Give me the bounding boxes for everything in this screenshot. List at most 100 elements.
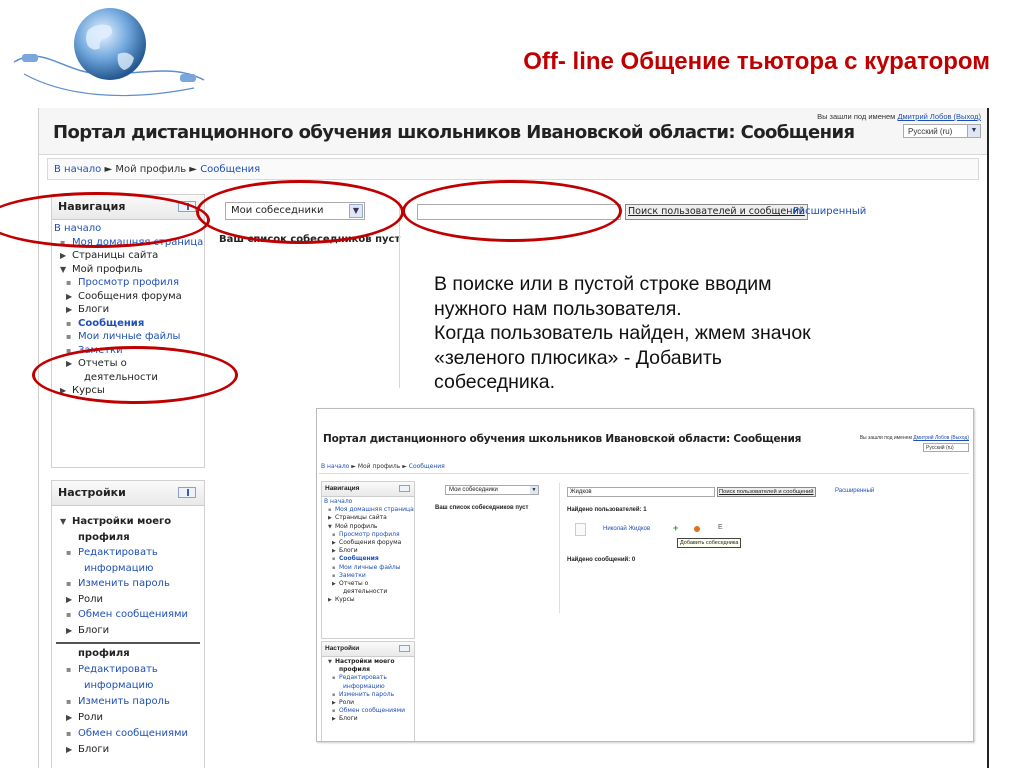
nav-item-label: Настройки моего [335, 658, 395, 665]
nav-item[interactable]: ▪ Заметки [324, 572, 414, 580]
inner-breadcrumb-profile[interactable]: Мой профиль [358, 463, 400, 470]
nav-item[interactable]: ▼ Настройки моего [54, 514, 204, 530]
expand-icon: ▶ [332, 548, 336, 555]
nav-item[interactable]: информацию [54, 561, 204, 577]
bullet-icon: ▪ [60, 237, 66, 247]
expand-icon: ▶ [332, 540, 336, 547]
dock-block-icon[interactable] [178, 201, 196, 212]
found-users-count: Найдено пользователей: 1 [567, 507, 647, 513]
inner-search-input[interactable]: Жидков [567, 487, 715, 497]
expand-icon: ▶ [66, 291, 73, 301]
login-prefix: Вы зашли под именем [817, 112, 896, 121]
nav-item-label: Просмотр профиля [78, 277, 179, 288]
nav-item[interactable]: ▶ Блоги [54, 303, 204, 317]
nav-item[interactable]: ▶ Блоги [324, 715, 414, 723]
plus-icon[interactable]: + [673, 523, 678, 533]
inner-screenshot: Портал дистанционного обучения школьнико… [316, 408, 974, 742]
nav-item[interactable]: ▶ Отчеты о [54, 357, 204, 371]
nav-item[interactable]: ▪ Просмотр профиля [54, 276, 204, 290]
nav-item[interactable]: ▪ Мои личные файлы [54, 330, 204, 344]
language-select[interactable]: Русский (ru) ▼ [903, 124, 981, 138]
nav-item[interactable]: В начало [324, 498, 414, 506]
nav-item[interactable]: ▼ Настройки моего [324, 658, 414, 666]
nav-item[interactable]: ▪ Редактировать [54, 545, 204, 561]
block-contact-icon[interactable] [694, 526, 700, 532]
inner-navigation-list: В начало ▪ Моя домашняя страница ▶ Страницы … [322, 497, 414, 607]
dock-block-icon[interactable] [399, 645, 410, 652]
nav-item[interactable]: ▪ Моя домашняя страница [54, 236, 204, 250]
dock-block-icon[interactable] [178, 487, 196, 498]
nav-item[interactable]: ▶ Сообщения форума [54, 290, 204, 304]
nav-item-label: Обмен сообщениями [78, 609, 189, 620]
nav-item[interactable]: ▶ Страницы сайта [54, 249, 204, 263]
nav-item[interactable]: ▪ Сообщения [324, 555, 414, 563]
search-input[interactable] [417, 204, 621, 220]
inner-login-prefix: Вы зашли под именем [859, 435, 912, 441]
nav-item-label: Заметки [339, 571, 366, 579]
nav-item[interactable]: ▶ Блоги [54, 742, 204, 758]
expand-icon: ▶ [332, 700, 336, 707]
dock-block-icon[interactable] [399, 485, 410, 492]
nav-item[interactable]: ▪ Изменить пароль [324, 691, 414, 699]
nav-item[interactable]: ▶ Роли [54, 592, 204, 608]
nav-item[interactable]: ▪ Обмен сообщениями [324, 707, 414, 715]
search-button[interactable]: Поиск пользователей и сообщений [625, 204, 808, 220]
expand-icon: ▶ [328, 597, 332, 604]
bullet-icon: ▪ [332, 691, 336, 698]
nav-item[interactable]: ▶ Курсы [54, 384, 204, 398]
nav-item[interactable]: ▪ Мои личные файлы [324, 564, 414, 572]
nav-item[interactable]: ▪ Просмотр профиля [324, 531, 414, 539]
nav-item[interactable]: ▼ Мой профиль [54, 263, 204, 277]
nav-item[interactable]: ▪ Изменить пароль [54, 694, 204, 710]
inner-contacts-select[interactable]: Мои собеседники ▼ [445, 485, 539, 495]
found-user-link[interactable]: Николай Жидков [603, 526, 650, 532]
nav-item[interactable]: ▶ Курсы [324, 596, 414, 604]
nav-item[interactable]: информацию [324, 683, 414, 691]
nav-item[interactable]: ▪ Редактировать [54, 662, 204, 678]
portal-header: Портал дистанционного обучения школьнико… [39, 108, 987, 155]
nav-item[interactable]: ▼ Мой профиль [324, 523, 414, 531]
nav-item[interactable]: ▶ Роли [324, 699, 414, 707]
nav-item-label: Блоги [78, 304, 110, 315]
navigation-list: В начало ▪ Моя домашняя страница ▶ Страницы … [52, 220, 204, 402]
nav-item-label: Редактировать [78, 547, 158, 558]
bullet-icon: ▪ [332, 556, 336, 563]
language-value: Русский (ru) [908, 127, 953, 136]
nav-item[interactable]: ▪ Изменить пароль [54, 576, 204, 592]
nav-item[interactable]: ▶ Блоги [324, 547, 414, 555]
inner-logout-link[interactable]: Дмитрий Лобов (Выход) [913, 435, 969, 441]
nav-item[interactable]: ▪ Заметки [54, 344, 204, 358]
nav-item[interactable]: ▪ Моя домашняя страница [324, 506, 414, 514]
inner-breadcrumb-home[interactable]: В начало [321, 463, 349, 470]
nav-item[interactable]: ▶ Сообщения форума [324, 539, 414, 547]
nav-item-label: Блоги [339, 547, 358, 555]
contacts-select[interactable]: Мои собеседники ▼ [225, 202, 365, 220]
breadcrumb-current[interactable]: Сообщения [200, 164, 260, 175]
bullet-icon: ▪ [66, 345, 72, 355]
inner-language-select[interactable]: Русский (ru) [923, 443, 969, 452]
nav-item[interactable]: ▶ Блоги [54, 623, 204, 639]
nav-item-label: Страницы сайта [335, 514, 387, 522]
breadcrumb-home[interactable]: В начало [54, 164, 101, 175]
nav-item[interactable]: ▪ Обмен сообщениями [54, 607, 204, 623]
nav-item[interactable]: ▪ Редактировать [324, 674, 414, 682]
history-icon[interactable]: E [718, 524, 723, 531]
collapse-icon: ▼ [60, 264, 67, 274]
inner-search-button[interactable]: Поиск пользователей и сообщений [717, 487, 816, 497]
breadcrumb-profile[interactable]: Мой профиль [115, 164, 186, 175]
inner-breadcrumb-current[interactable]: Сообщения [409, 463, 445, 470]
nav-item[interactable]: ▶ Роли [54, 710, 204, 726]
advanced-search-link[interactable]: Расширенный [793, 206, 866, 217]
nav-item[interactable]: информацию [54, 678, 204, 694]
nav-item[interactable]: ▪ Сообщения [54, 317, 204, 331]
nav-item[interactable]: ▪ Обмен сообщениями [54, 726, 204, 742]
nav-item-label: профиля [339, 666, 370, 674]
nav-item[interactable]: ▶ Страницы сайта [324, 514, 414, 522]
inner-advanced-link[interactable]: Расширенный [835, 488, 874, 494]
bullet-icon: ▪ [66, 697, 72, 706]
expand-icon: ▶ [332, 716, 336, 723]
nav-item[interactable]: В начало [54, 222, 204, 236]
bullet-icon: ▪ [328, 507, 332, 514]
logout-link[interactable]: Дмитрий Лобов (Выход) [897, 112, 981, 121]
nav-item[interactable]: ▶ Отчеты о [324, 580, 414, 588]
